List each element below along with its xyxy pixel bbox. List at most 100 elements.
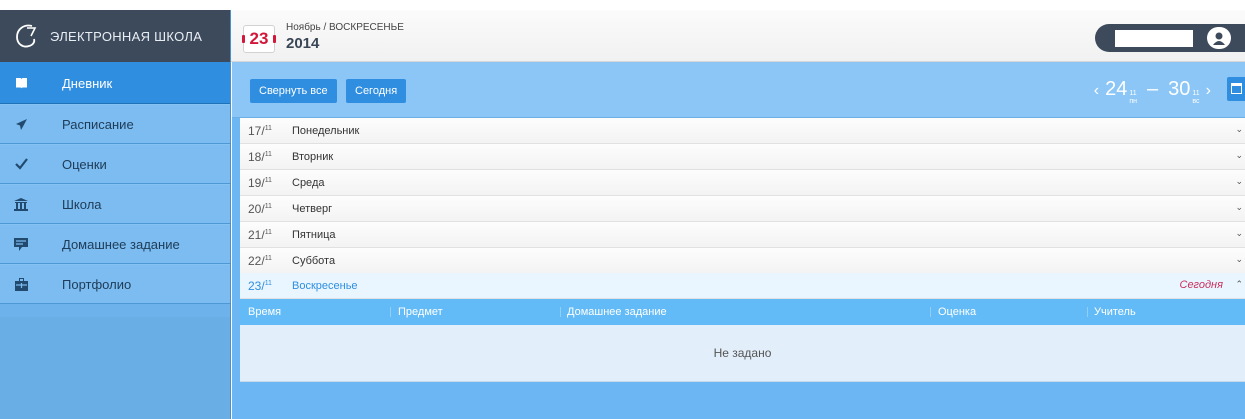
user-name-field <box>1115 30 1193 47</box>
homework-icon <box>12 235 30 253</box>
sidebar-item-portfolio[interactable]: Портфолио <box>0 264 230 304</box>
day-month: 11 <box>264 202 272 210</box>
day-date: 20/11 <box>240 202 292 216</box>
sidebar-item-label: Расписание <box>62 116 134 132</box>
sidebar-item-label: Оценки <box>62 156 107 172</box>
prev-week-arrow[interactable]: ‹ <box>1088 82 1105 100</box>
school-building-icon <box>12 195 30 213</box>
column-header-subject: Предмет <box>398 306 443 318</box>
day-weekday: Пятница <box>292 228 336 241</box>
day-date: 18/11 <box>240 150 292 164</box>
book-icon <box>12 74 30 92</box>
school-logo-icon <box>16 24 37 48</box>
sidebar: ЭЛЕКТРОННАЯ ШКОЛА Дневник Расписание Оце… <box>0 10 231 419</box>
sidebar-item-grades[interactable]: Оценки <box>0 144 230 184</box>
week-end-day: вс <box>1192 98 1200 105</box>
day-month: 11 <box>264 254 272 262</box>
day-number: 19/ <box>248 175 265 190</box>
today-button[interactable]: Сегодня <box>346 79 407 103</box>
year-label: 2014 <box>286 35 320 52</box>
day-month: 11 <box>264 228 272 236</box>
day-month: 11 <box>264 176 272 184</box>
column-separator <box>390 307 391 317</box>
day-number: 18/ <box>248 149 265 164</box>
week-start-date: 24 <box>1105 78 1128 100</box>
today-tag: Сегодня <box>1179 279 1224 291</box>
day-month: 11 <box>264 124 272 132</box>
day-month: 11 <box>264 279 272 287</box>
day-row-friday[interactable]: 21/11 Пятница ⌄ <box>240 222 1245 248</box>
day-row-wednesday[interactable]: 19/11 Среда ⌄ <box>240 170 1245 196</box>
column-separator <box>930 307 931 317</box>
day-row-thursday[interactable]: 20/11 Четверг ⌄ <box>240 196 1245 222</box>
day-date: 23/11 <box>240 279 292 293</box>
column-header-time: Время <box>248 306 282 318</box>
collapse-all-button[interactable]: Свернуть все <box>250 79 337 103</box>
sidebar-item-label: Дневник <box>62 75 113 91</box>
day-number: 17/ <box>248 123 265 138</box>
chevron-down-icon[interactable]: ⌄ <box>1235 254 1243 265</box>
day-row-sunday-today[interactable]: 23/11 Воскресенье Сегодня ⌃ <box>240 273 1245 299</box>
sidebar-item-homework[interactable]: Домашнее задание <box>0 224 230 264</box>
top-header: 23 Ноябрь / ВОСКРЕСЕНЬЕ 2014 <box>231 10 1245 62</box>
date-badge: 23 <box>242 25 276 53</box>
chevron-down-icon[interactable]: ⌄ <box>1235 150 1243 161</box>
day-weekday: Суббота <box>292 254 336 267</box>
day-number: 22/ <box>248 253 265 268</box>
day-number: 20/ <box>248 201 265 216</box>
chevron-down-icon[interactable]: ⌄ <box>1235 228 1243 239</box>
week-end-sub: 11 вс <box>1192 90 1199 106</box>
day-row-tuesday[interactable]: 18/11 Вторник ⌄ <box>240 144 1245 170</box>
sidebar-item-school[interactable]: Школа <box>0 184 230 224</box>
day-row-monday[interactable]: 17/11 Понедельник ⌄ <box>240 118 1245 144</box>
lessons-table-empty: Не задано <box>240 325 1245 382</box>
day-row-saturday[interactable]: 22/11 Суббота ⌄ <box>240 248 1245 274</box>
day-weekday: Понедельник <box>292 124 360 137</box>
sidebar-item-label: Школа <box>62 196 102 212</box>
sidebar-item-schedule[interactable]: Расписание <box>0 104 230 144</box>
column-separator <box>1087 307 1088 317</box>
column-header-grade: Оценка <box>938 306 977 318</box>
calendar-button[interactable] <box>1227 77 1245 101</box>
next-week-arrow[interactable]: › <box>1200 82 1217 100</box>
sidebar-item-label: Домашнее задание <box>62 236 180 252</box>
day-month: 11 <box>264 150 272 158</box>
column-header-homework: Домашнее задание <box>567 306 667 318</box>
week-range-dash: – <box>1147 78 1159 100</box>
day-weekday: Воскресенье <box>292 279 358 292</box>
day-weekday: Вторник <box>292 150 334 163</box>
day-number: 21/ <box>248 227 265 242</box>
week-start-day: пн <box>1129 98 1138 105</box>
brand-bar[interactable]: ЭЛЕКТРОННАЯ ШКОЛА <box>0 10 230 62</box>
week-start-month: 11 <box>1129 90 1137 97</box>
lessons-table-header: Время Предмет Домашнее задание Оценка Уч… <box>240 299 1245 325</box>
user-menu[interactable] <box>1095 24 1245 52</box>
day-weekday: Четверг <box>292 202 333 215</box>
chevron-down-icon[interactable]: ⌄ <box>1235 124 1243 135</box>
column-header-teacher: Учитель <box>1094 306 1136 318</box>
week-end-month: 11 <box>1192 90 1200 97</box>
checkmark-icon <box>12 155 30 173</box>
sidebar-background <box>0 317 230 419</box>
user-avatar-icon[interactable] <box>1207 27 1231 49</box>
brand-title: ЭЛЕКТРОННАЯ ШКОЛА <box>50 28 203 44</box>
day-weekday: Среда <box>292 176 325 189</box>
chevron-down-icon[interactable]: ⌄ <box>1235 176 1243 187</box>
day-number: 23/ <box>248 278 265 293</box>
week-navigator: ‹ 24 11 пн – 30 11 вс › <box>1088 78 1217 106</box>
day-date: 17/11 <box>240 124 292 138</box>
day-date: 21/11 <box>240 228 292 242</box>
week-end-date: 30 <box>1168 78 1191 100</box>
sidebar-item-diary[interactable]: Дневник <box>0 62 230 104</box>
day-date: 19/11 <box>240 176 292 190</box>
diary-main: Свернуть все Сегодня ‹ 24 11 пн – 30 11 … <box>232 62 1245 419</box>
column-separator <box>560 307 561 317</box>
chevron-up-icon[interactable]: ⌃ <box>1235 279 1243 290</box>
month-weekday-label: Ноябрь / ВОСКРЕСЕНЬЕ <box>286 22 404 33</box>
paper-plane-icon <box>12 115 30 133</box>
sidebar-item-label: Портфолио <box>62 276 132 292</box>
day-date: 22/11 <box>240 254 292 268</box>
calendar-icon <box>1231 83 1242 94</box>
chevron-down-icon[interactable]: ⌄ <box>1235 202 1243 213</box>
diary-toolbar: Свернуть все Сегодня ‹ 24 11 пн – 30 11 … <box>232 62 1245 118</box>
